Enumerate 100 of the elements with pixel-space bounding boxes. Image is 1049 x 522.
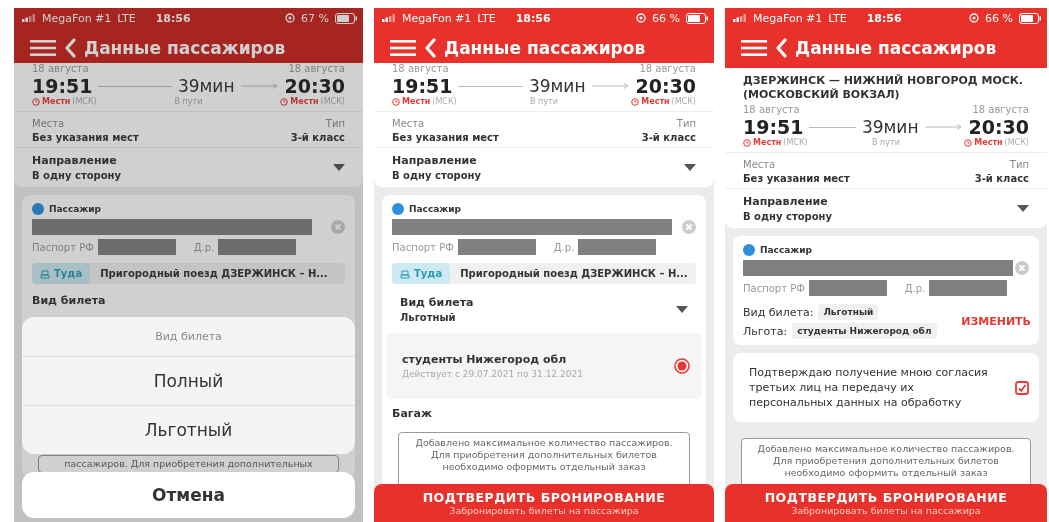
timezone-note: (МСК) bbox=[320, 97, 345, 106]
carrier-name: MegaFon #1 bbox=[402, 11, 472, 25]
field-label: Места bbox=[32, 118, 66, 129]
network-type: LTE bbox=[477, 11, 496, 25]
dropdown-caret-icon bbox=[333, 164, 345, 171]
menu-button[interactable] bbox=[30, 39, 56, 57]
travel-duration: 39мин bbox=[177, 76, 235, 96]
travel-duration: 39мин bbox=[528, 76, 586, 96]
dropdown-field[interactable]: Направление В одну сторону bbox=[14, 148, 363, 187]
benefit-option[interactable]: студенты Нижегород обл Действует с 29.07.2021 по 31.12.2021 bbox=[386, 333, 702, 399]
action-sheet-title: Вид билета bbox=[22, 317, 355, 357]
field-value: 3-й класс bbox=[290, 132, 345, 143]
birthdate-label: Д.р. bbox=[193, 241, 215, 253]
arrow-icon bbox=[924, 124, 963, 130]
battery-percent: 67 % bbox=[301, 11, 329, 25]
arrival-date: 18 августа bbox=[972, 104, 1029, 116]
timezone-note: (МСК) bbox=[671, 97, 696, 106]
back-chevron-icon bbox=[424, 38, 436, 58]
duration-label: В пути bbox=[872, 138, 900, 147]
arrow-icon bbox=[240, 83, 279, 89]
battery-icon bbox=[335, 12, 357, 24]
train-name: Пригородный поезд ДЗЕРЖИНСК – Н... bbox=[100, 268, 328, 279]
summary-value: студенты Нижегород обл bbox=[792, 323, 937, 339]
menu-icon bbox=[390, 39, 416, 57]
status-dot-icon bbox=[392, 203, 404, 215]
notice-box: пассажиров. Для приобретения дополнительных bbox=[38, 455, 339, 473]
arrival-time: 20:30 bbox=[968, 116, 1029, 138]
summary-label: Льгота: bbox=[743, 324, 788, 338]
clock-icon bbox=[280, 97, 289, 106]
timeline-line bbox=[809, 126, 856, 128]
signal-icon bbox=[733, 14, 747, 22]
passport-label: Паспорт РФ bbox=[392, 241, 454, 253]
field-label: Места bbox=[392, 118, 426, 129]
departure-time: 19:51 bbox=[743, 116, 804, 138]
checkbox[interactable] bbox=[1015, 380, 1029, 395]
timezone-note: (МСК) bbox=[432, 97, 457, 106]
carrier-name: MegaFon #1 bbox=[42, 11, 112, 25]
field-label: Тип bbox=[676, 118, 696, 129]
menu-button[interactable] bbox=[390, 39, 416, 57]
orientation-lock-icon bbox=[969, 13, 980, 23]
seat-icon bbox=[400, 268, 410, 279]
menu-icon bbox=[30, 39, 56, 57]
back-button[interactable] bbox=[775, 38, 787, 58]
clock-time: 18:56 bbox=[866, 11, 903, 25]
passenger-label: Пассажир bbox=[49, 204, 102, 214]
trip-direction-tag: Туда bbox=[32, 263, 91, 284]
dropdown-field[interactable]: Направление В одну сторону bbox=[374, 148, 714, 187]
status-dot-icon bbox=[743, 244, 755, 256]
screen-title: Данные пассажиров bbox=[444, 38, 646, 58]
passport-label: Паспорт РФ bbox=[743, 282, 805, 294]
birthdate-label: Д.р. bbox=[904, 282, 926, 294]
birthdate-label: Д.р. bbox=[553, 241, 575, 253]
field-label: Тип bbox=[325, 118, 345, 129]
arrow-icon bbox=[591, 83, 630, 89]
route-name: ДЗЕРЖИНСК — НИЖНИЙ НОВГОРОД МОСК. (МОСКОВСКИЙ ВОКЗАЛ) bbox=[743, 74, 1024, 102]
battery-icon bbox=[686, 12, 708, 24]
change-button[interactable]: ИЗМЕНИТЬ bbox=[961, 315, 1031, 328]
field-value: Без указания мест bbox=[32, 132, 139, 143]
timezone-label: Местн bbox=[974, 138, 1003, 147]
carrier-name: MegaFon #1 bbox=[753, 11, 823, 25]
section-heading: Багаж bbox=[391, 406, 433, 422]
section-heading: Вид билета bbox=[31, 293, 107, 309]
timezone-label: Местн bbox=[402, 97, 431, 106]
arrival-time: 20:30 bbox=[284, 75, 345, 97]
menu-button[interactable] bbox=[741, 39, 767, 57]
confirm-booking-button[interactable]: ПОДТВЕРДИТЬ БРОНИРОВАНИЕ Забронировать билеты на пассажира bbox=[374, 484, 714, 522]
arrival-date: 18 августа bbox=[639, 63, 696, 75]
confirm-booking-button[interactable]: ПОДТВЕРДИТЬ БРОНИРОВАНИЕ Забронировать билеты на пассажира bbox=[725, 484, 1047, 522]
clear-icon bbox=[682, 220, 696, 234]
clock-icon bbox=[631, 97, 640, 106]
consent-text: Подтверждаю получение мною согласия третьих лиц на передачу их персональных данных на обработку bbox=[749, 365, 989, 410]
field-label: Тип bbox=[1009, 159, 1029, 170]
back-button[interactable] bbox=[64, 38, 76, 58]
back-button[interactable] bbox=[424, 38, 436, 58]
back-chevron-icon bbox=[64, 38, 76, 58]
action-sheet-option[interactable]: Полный bbox=[22, 357, 355, 406]
menu-icon bbox=[741, 39, 767, 57]
cancel-button[interactable]: Отмена bbox=[22, 472, 355, 518]
departure-date: 18 августа bbox=[743, 104, 800, 116]
clock-icon bbox=[32, 97, 40, 106]
seat-icon bbox=[40, 268, 50, 279]
field-value: 3-й класс bbox=[641, 132, 696, 143]
signal-icon bbox=[382, 14, 396, 22]
network-type: LTE bbox=[117, 11, 136, 25]
orientation-lock-icon bbox=[636, 13, 647, 23]
action-sheet-option[interactable]: Льготный bbox=[22, 406, 355, 454]
dropdown-field[interactable]: Направление В одну сторону bbox=[725, 189, 1047, 228]
passenger-label: Пассажир bbox=[760, 245, 813, 255]
trip-direction-tag: Туда bbox=[392, 263, 451, 284]
timezone-note: (МСК) bbox=[72, 97, 97, 106]
back-chevron-icon bbox=[775, 38, 787, 58]
clock-time: 18:56 bbox=[515, 11, 552, 25]
network-type: LTE bbox=[828, 11, 847, 25]
timezone-label: Местн bbox=[290, 97, 319, 106]
passenger-label: Пассажир bbox=[409, 204, 462, 214]
battery-percent: 66 % bbox=[985, 11, 1013, 25]
timezone-note: (МСК) bbox=[1004, 138, 1029, 147]
screen-title: Данные пассажиров bbox=[84, 38, 286, 58]
clock-icon bbox=[392, 97, 400, 106]
clock-time: 18:56 bbox=[155, 11, 192, 25]
